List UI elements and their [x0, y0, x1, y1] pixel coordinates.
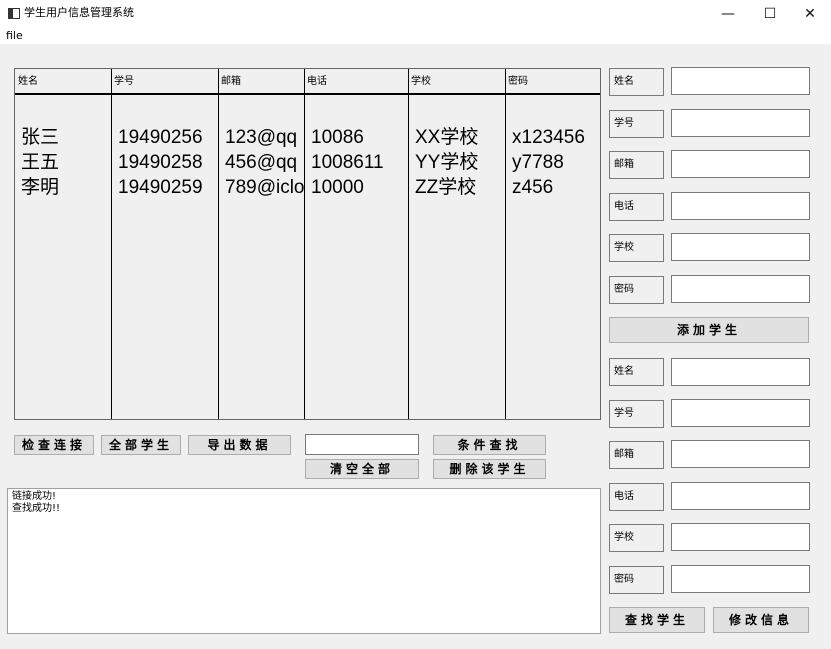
- modify-info-button[interactable]: 修改信息: [713, 607, 809, 633]
- add-student-id-label: 学号: [609, 110, 664, 138]
- header-school[interactable]: 学校: [408, 69, 505, 95]
- header-phone[interactable]: 电话: [304, 69, 408, 95]
- find-student-button[interactable]: 查找学生: [609, 607, 705, 633]
- log-line: 查找成功!!: [12, 503, 61, 514]
- column-password-values[interactable]: x123456 y7788 z456: [506, 125, 600, 200]
- query-student-id-input[interactable]: [671, 399, 810, 427]
- app-window-icon: [8, 8, 20, 19]
- all-students-button[interactable]: 全部学生: [101, 435, 181, 455]
- log-output[interactable]: 链接成功! 查找成功!!: [7, 488, 601, 634]
- menu-file[interactable]: file: [6, 29, 23, 43]
- add-phone-label: 电话: [609, 193, 664, 221]
- column-name-values[interactable]: 张三 王五 李明: [15, 125, 111, 200]
- query-phone-input[interactable]: [671, 482, 810, 510]
- column-divider: [304, 69, 305, 419]
- delete-student-button[interactable]: 删除该学生: [433, 459, 546, 479]
- query-phone-label: 电话: [609, 483, 664, 511]
- minimize-button[interactable]: —: [706, 0, 750, 28]
- add-email-label: 邮箱: [609, 151, 664, 179]
- student-table[interactable]: 姓名 学号 邮箱 电话 学校 密码 张三 王五 李明 19490256 1949…: [14, 68, 601, 420]
- add-phone-input[interactable]: [671, 192, 810, 220]
- query-password-label: 密码: [609, 566, 664, 594]
- add-school-input[interactable]: [671, 233, 810, 261]
- export-data-button[interactable]: 导出数据: [188, 435, 291, 455]
- query-email-label: 邮箱: [609, 441, 664, 469]
- query-email-input[interactable]: [671, 440, 810, 468]
- column-divider: [111, 69, 112, 419]
- column-divider: [408, 69, 409, 419]
- add-name-input[interactable]: [671, 67, 810, 95]
- search-input[interactable]: [305, 434, 419, 455]
- close-button[interactable]: ✕: [788, 0, 831, 28]
- column-school-values[interactable]: XX学校 YY学校 ZZ学校: [409, 125, 505, 200]
- column-divider: [505, 69, 506, 419]
- query-school-label: 学校: [609, 524, 664, 552]
- column-student-id-values[interactable]: 19490256 19490258 19490259: [112, 125, 218, 200]
- check-connection-button[interactable]: 检查连接: [14, 435, 94, 455]
- header-name[interactable]: 姓名: [15, 69, 111, 95]
- window-title: 学生用户信息管理系统: [24, 6, 134, 19]
- column-divider: [218, 69, 219, 419]
- query-password-input[interactable]: [671, 565, 810, 593]
- header-password[interactable]: 密码: [505, 69, 600, 95]
- column-email-values[interactable]: 123@qq 456@qq 789@iclo: [219, 125, 304, 200]
- add-student-id-input[interactable]: [671, 109, 810, 137]
- add-password-label: 密码: [609, 276, 664, 304]
- query-school-input[interactable]: [671, 523, 810, 551]
- add-name-label: 姓名: [609, 68, 664, 96]
- add-email-input[interactable]: [671, 150, 810, 178]
- query-student-id-label: 学号: [609, 400, 664, 428]
- conditional-search-button[interactable]: 条件查找: [433, 435, 546, 455]
- maximize-button[interactable]: ☐: [748, 0, 792, 28]
- header-email[interactable]: 邮箱: [218, 69, 304, 95]
- header-student-id[interactable]: 学号: [111, 69, 218, 95]
- log-line: 链接成功!: [12, 491, 57, 502]
- query-name-label: 姓名: [609, 358, 664, 386]
- add-password-input[interactable]: [671, 275, 810, 303]
- add-school-label: 学校: [609, 234, 664, 262]
- menu-bar: file: [0, 28, 831, 44]
- query-name-input[interactable]: [671, 358, 810, 386]
- add-student-button[interactable]: 添加学生: [609, 317, 809, 343]
- column-phone-values[interactable]: 10086 1008611 10000: [305, 125, 408, 200]
- clear-all-button[interactable]: 清空全部: [305, 459, 419, 479]
- title-bar: 学生用户信息管理系统 — ☐ ✕: [0, 0, 831, 28]
